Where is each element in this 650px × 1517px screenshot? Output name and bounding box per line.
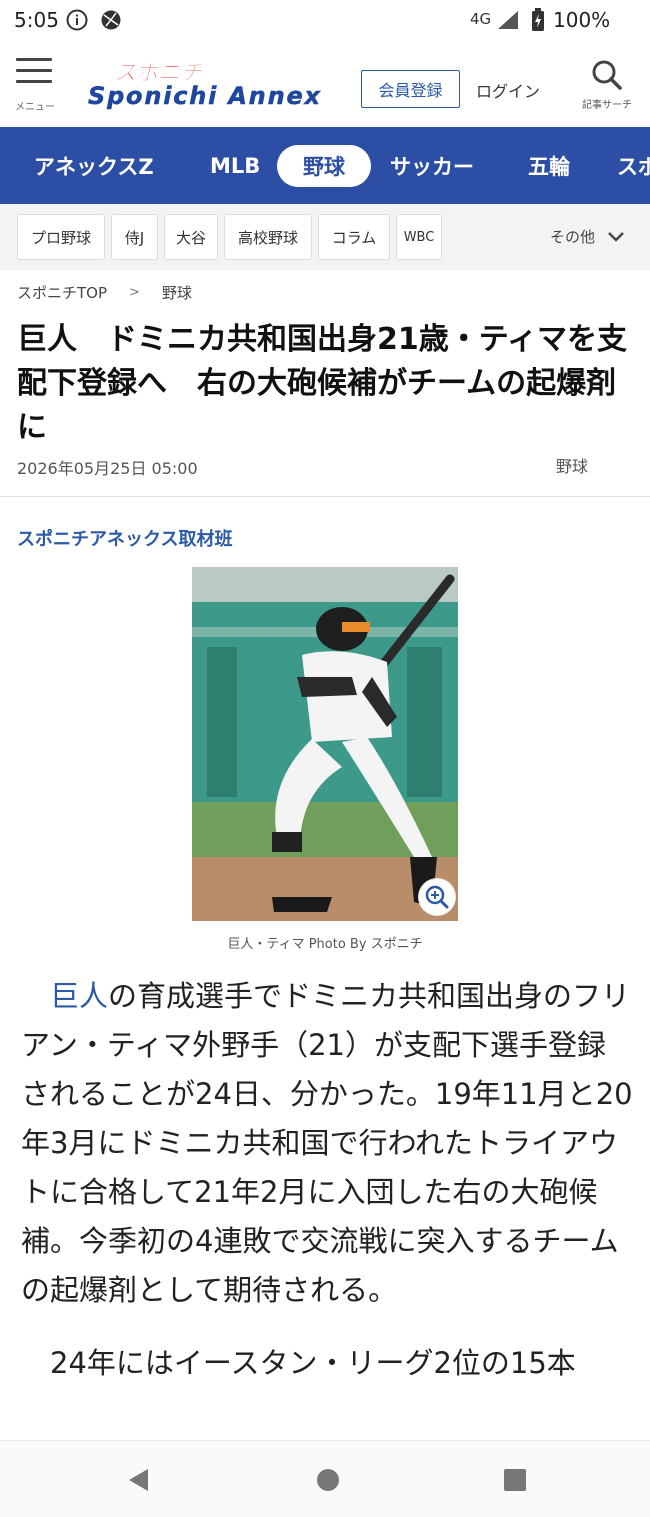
- signal-icon: [498, 11, 518, 29]
- ball-icon: [101, 10, 121, 30]
- paragraph-1-text: の育成選手でドミニカ共和国出身のフリアン・ティマ外野手（21）が支配下選手登録さ…: [21, 979, 633, 1307]
- chip-samurai-japan[interactable]: 侍J: [111, 214, 158, 260]
- nav-item-sports[interactable]: スポ: [617, 145, 650, 187]
- main-nav: アネックスZ MLB 野球 サッカー 五輪 スポ: [0, 127, 650, 204]
- hamburger-icon: [16, 58, 52, 91]
- lead-link[interactable]: 巨人: [50, 979, 108, 1013]
- network-type: 4G: [470, 10, 492, 28]
- search-label: 記事サーチ: [582, 100, 632, 111]
- divider: [0, 496, 650, 497]
- nav-item-mlb[interactable]: MLB: [210, 145, 260, 187]
- system-nav-bar: [0, 1440, 650, 1517]
- menu-button[interactable]: メニュー: [10, 58, 58, 114]
- chip-pro-baseball[interactable]: プロ野球: [17, 214, 105, 260]
- back-icon[interactable]: [126, 1467, 152, 1497]
- nav-item-olympics[interactable]: 五輪: [528, 145, 570, 187]
- breadcrumb-current[interactable]: 野球: [162, 282, 192, 303]
- chevron-down-icon: [608, 231, 624, 242]
- article-photo[interactable]: [192, 567, 458, 921]
- article-body: 巨人の育成選手でドミニカ共和国出身のフリアン・ティマ外野手（21）が支配下選手登…: [21, 972, 633, 1388]
- breadcrumb: スポニチTOP > 野球: [17, 282, 192, 303]
- site-header: メニュー スポニチ Sponichi Annex 会員登録 ログイン 記事サーチ: [0, 42, 650, 127]
- more-dropdown[interactable]: その他: [550, 226, 627, 247]
- login-button[interactable]: ログイン: [476, 78, 540, 102]
- photo-caption: 巨人・ティマ Photo By スポニチ: [227, 937, 423, 952]
- search-icon: [592, 60, 622, 90]
- logo-bottom-text: Sponichi Annex: [88, 82, 322, 110]
- nav-item-baseball[interactable]: 野球: [277, 145, 371, 187]
- status-time: 5:05: [14, 8, 59, 32]
- nav-item-annex-z[interactable]: アネックスZ: [34, 145, 154, 187]
- sub-nav: プロ野球 侍J 大谷 高校野球 コラム WBC その他: [0, 204, 650, 270]
- battery-percent: 100%: [553, 8, 611, 32]
- article-category[interactable]: 野球: [556, 453, 588, 477]
- info-icon: [66, 9, 88, 31]
- chip-ohtani[interactable]: 大谷: [164, 214, 218, 260]
- more-label: その他: [550, 228, 596, 246]
- article-author[interactable]: スポニチアネックス取材班: [17, 525, 232, 551]
- article-date: 2026年05月25日 05:00: [17, 459, 198, 478]
- breadcrumb-home[interactable]: スポニチTOP: [17, 282, 107, 303]
- home-icon[interactable]: [315, 1467, 341, 1497]
- chip-wbc[interactable]: WBC: [396, 214, 442, 260]
- article-search-button[interactable]: 記事サーチ: [578, 58, 636, 114]
- chip-column[interactable]: コラム: [318, 214, 390, 260]
- breadcrumb-separator: >: [129, 285, 140, 300]
- article-title: 巨人 ドミニカ共和国出身21歳・ティマを支配下登録へ 右の大砲候補がチームの起爆…: [17, 322, 627, 445]
- player-photo-image: [192, 567, 458, 921]
- nav-item-soccer[interactable]: サッカー: [390, 145, 474, 187]
- recents-icon[interactable]: [502, 1467, 528, 1497]
- chip-high-school[interactable]: 高校野球: [224, 214, 312, 260]
- paragraph-2: 24年にはイースタン・リーグ2位の15本: [50, 1346, 576, 1380]
- paragraph-1: 巨人の育成選手でドミニカ共和国出身のフリアン・ティマ外野手（21）が支配下選手登…: [21, 972, 633, 1315]
- site-logo[interactable]: スポニチ Sponichi Annex: [86, 56, 326, 112]
- member-register-button[interactable]: 会員登録: [361, 70, 460, 108]
- zoom-in-icon[interactable]: [418, 878, 456, 916]
- status-bar: 5:05 4G 100%: [0, 0, 650, 42]
- menu-label: メニュー: [15, 102, 55, 113]
- battery-icon: [532, 8, 544, 31]
